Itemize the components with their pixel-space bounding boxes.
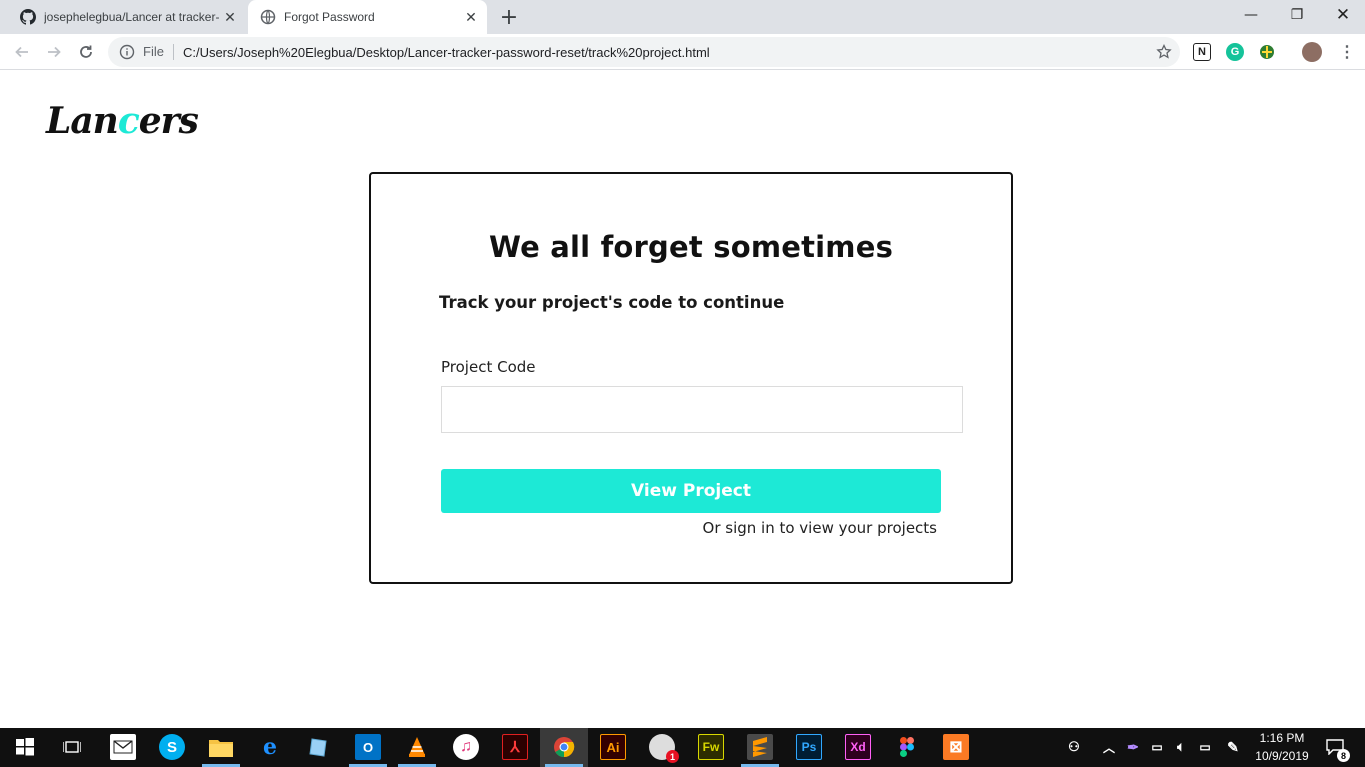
bookmark-star-icon[interactable] bbox=[1156, 44, 1172, 60]
vlc-icon[interactable] bbox=[404, 734, 430, 760]
task-view-icon[interactable] bbox=[59, 734, 85, 760]
file-explorer-icon[interactable] bbox=[208, 734, 234, 760]
fireworks-icon[interactable]: Fw bbox=[698, 734, 724, 760]
tab-forgot-password[interactable]: Forgot Password ✕ bbox=[248, 0, 487, 34]
browser-tab-strip: josephelegbua/Lancer at tracker- ✕ Forgo… bbox=[0, 0, 1365, 34]
browser-toolbar: File C:/Users/Joseph%20Elegbua/Desktop/L… bbox=[0, 34, 1365, 70]
forward-arrow-icon[interactable] bbox=[42, 40, 66, 64]
grammarly-icon[interactable]: G bbox=[1226, 43, 1244, 61]
project-code-input[interactable] bbox=[441, 386, 963, 433]
battery-icon[interactable]: ▭ bbox=[1192, 734, 1218, 760]
logo-text-accent: c bbox=[117, 100, 140, 142]
windows-taskbar: S e O ♫ ⅄ Ai 1 Fw Ps Xd ⊠ ⚇ ︿ ✒ ▭ 🔈︎ ▭ ✎… bbox=[0, 728, 1365, 767]
project-code-label: Project Code bbox=[441, 358, 536, 376]
back-arrow-icon[interactable] bbox=[10, 40, 34, 64]
notification-badge: 1 bbox=[666, 750, 679, 763]
browser-badge-icon[interactable]: 1 bbox=[649, 734, 679, 763]
xd-icon[interactable]: Xd bbox=[845, 734, 871, 760]
minimize-icon[interactable]: — bbox=[1228, 0, 1274, 30]
photoshop-icon[interactable]: Ps bbox=[796, 734, 822, 760]
card-title: We all forget sometimes bbox=[488, 230, 894, 264]
close-icon[interactable]: ✕ bbox=[222, 9, 238, 25]
clock-date[interactable]: 10/9/2019 bbox=[1250, 749, 1314, 763]
address-bar[interactable]: File C:/Users/Joseph%20Elegbua/Desktop/L… bbox=[108, 37, 1180, 67]
tab-title: Forgot Password bbox=[284, 10, 375, 24]
feather-icon[interactable]: ✒ bbox=[1120, 734, 1146, 760]
windows-start-icon[interactable] bbox=[12, 734, 38, 760]
reload-icon[interactable] bbox=[74, 40, 98, 64]
logo-text-end: ers bbox=[138, 100, 199, 142]
notion-icon[interactable]: N bbox=[1193, 43, 1211, 61]
track-project-card: We all forget sometimes Track your proje… bbox=[369, 172, 1013, 584]
new-tab-button[interactable]: + bbox=[498, 5, 520, 30]
info-icon[interactable] bbox=[119, 44, 135, 60]
profile-avatar[interactable] bbox=[1302, 42, 1322, 62]
clock-time[interactable]: 1:16 PM bbox=[1250, 731, 1314, 745]
globe-icon bbox=[260, 9, 276, 25]
notification-count: 8 bbox=[1337, 749, 1350, 762]
acrobat-icon[interactable]: ⅄ bbox=[502, 734, 528, 760]
notepad-icon[interactable] bbox=[306, 734, 332, 760]
sublime-icon[interactable] bbox=[747, 734, 773, 760]
itunes-icon[interactable]: ♫ bbox=[453, 734, 479, 760]
tab-github[interactable]: josephelegbua/Lancer at tracker- ✕ bbox=[8, 0, 246, 34]
sign-in-link[interactable]: Or sign in to view your projects bbox=[703, 519, 937, 537]
chrome-icon[interactable] bbox=[551, 734, 577, 760]
logo-text-start: Lan bbox=[46, 100, 119, 142]
restore-icon[interactable]: ❐ bbox=[1274, 0, 1320, 30]
github-icon bbox=[20, 9, 36, 25]
lancers-logo[interactable]: Lancers bbox=[46, 100, 199, 142]
people-icon[interactable]: ⚇ bbox=[1061, 734, 1087, 760]
chevron-up-icon[interactable]: ︿ bbox=[1096, 734, 1122, 760]
network-icon[interactable]: ▭ bbox=[1144, 734, 1170, 760]
action-center-icon[interactable]: 8 bbox=[1322, 734, 1350, 762]
vpn-icon[interactable] bbox=[1258, 43, 1276, 61]
view-project-button[interactable]: View Project bbox=[441, 469, 941, 513]
xampp-icon[interactable]: ⊠ bbox=[943, 734, 969, 760]
edge-icon[interactable]: e bbox=[257, 734, 283, 760]
close-icon[interactable]: ✕ bbox=[463, 9, 479, 25]
mail-icon[interactable] bbox=[110, 734, 136, 760]
window-close-icon[interactable]: ✕ bbox=[1320, 0, 1365, 30]
volume-icon[interactable]: 🔈︎ bbox=[1168, 734, 1194, 760]
skype-icon[interactable]: S bbox=[159, 734, 185, 760]
menu-kebab-icon[interactable]: ⋮ bbox=[1338, 43, 1356, 61]
card-subtitle: Track your project's code to continue bbox=[439, 293, 785, 312]
tab-title: josephelegbua/Lancer at tracker- bbox=[44, 10, 220, 24]
outlook-icon[interactable]: O bbox=[355, 734, 381, 760]
pen-icon[interactable]: ✎ bbox=[1220, 734, 1246, 760]
url-text[interactable]: C:/Users/Joseph%20Elegbua/Desktop/Lancer… bbox=[183, 45, 710, 60]
illustrator-icon[interactable]: Ai bbox=[600, 734, 626, 760]
scheme-label: File bbox=[143, 44, 174, 60]
figma-icon[interactable] bbox=[894, 734, 920, 760]
